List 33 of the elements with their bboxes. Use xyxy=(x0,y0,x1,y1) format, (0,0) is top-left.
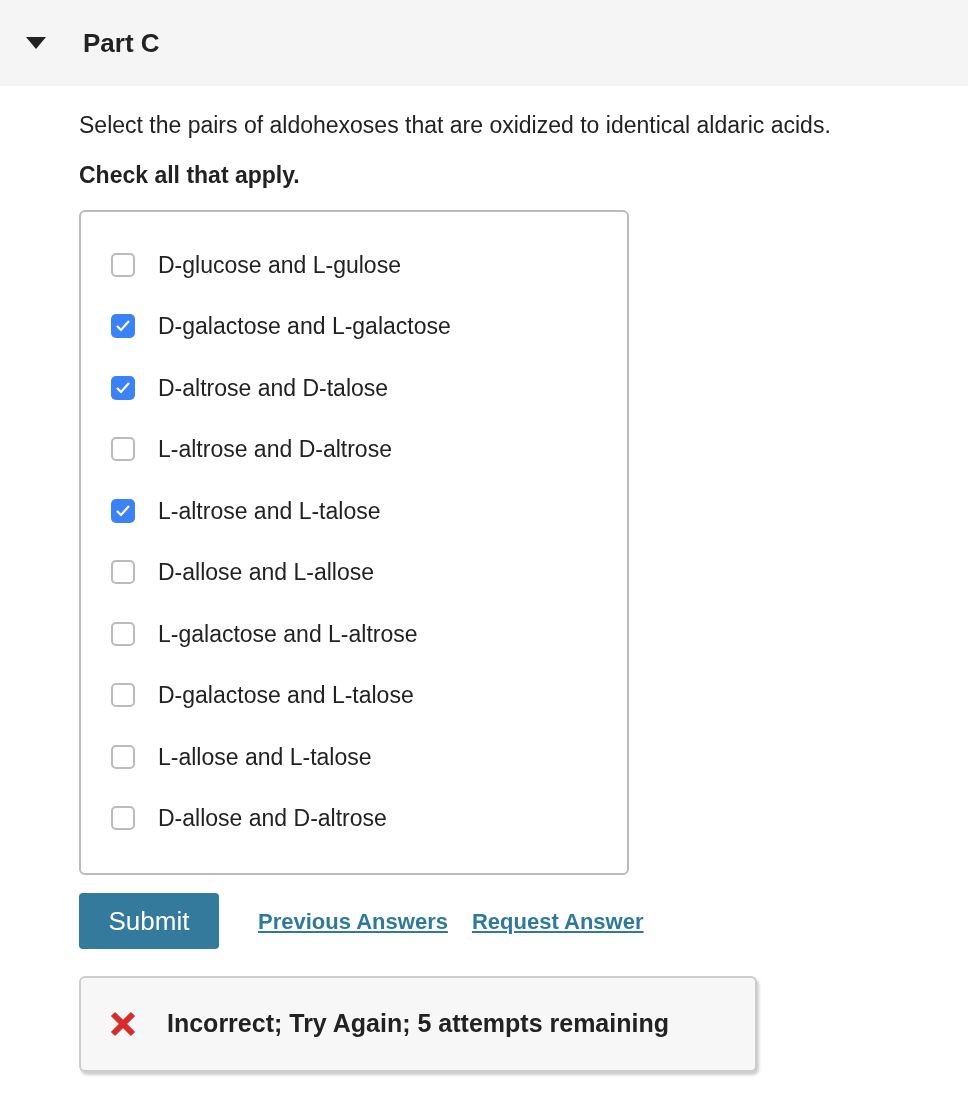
checkbox[interactable] xyxy=(111,252,135,277)
checkbox[interactable] xyxy=(111,498,135,523)
checkbox[interactable] xyxy=(111,375,135,400)
part-header[interactable]: Part C xyxy=(0,0,968,86)
cross-icon xyxy=(109,1010,137,1038)
option-label: D-allose and L-allose xyxy=(158,558,375,587)
option-label: D-allose and D-altrose xyxy=(158,804,387,833)
caret-icon xyxy=(26,37,46,49)
instruction-text: Check all that apply. xyxy=(79,161,301,190)
checkmark-icon xyxy=(115,319,131,334)
answer-link[interactable]: Previous Answers xyxy=(258,904,448,938)
checkbox[interactable] xyxy=(111,683,135,708)
checkbox[interactable] xyxy=(111,314,135,339)
answer-link[interactable]: Request Answer xyxy=(471,904,644,938)
option-label: L-altrose and D-altrose xyxy=(158,435,392,464)
option-label: L-altrose and L-talose xyxy=(158,496,381,526)
checkbox[interactable] xyxy=(111,744,135,769)
checkbox[interactable] xyxy=(111,560,135,585)
checkmark-icon xyxy=(115,503,131,518)
checkbox[interactable] xyxy=(111,437,135,462)
feedback-message: Incorrect; Try Again; 5 attempts remaining xyxy=(167,1008,669,1040)
option-label: D-altrose and D-talose xyxy=(158,373,389,403)
checkmark-icon xyxy=(115,380,131,395)
question-text: Select the pairs of aldohexoses that are oxidized to identical aldaric acids. xyxy=(79,111,832,140)
option-label: D-galactose and L-galactose xyxy=(158,312,451,341)
option-label: L-galactose and L-altrose xyxy=(158,619,418,649)
checkbox[interactable] xyxy=(111,621,135,646)
part-title: Part C xyxy=(83,26,160,60)
checkbox[interactable] xyxy=(111,806,135,831)
option-label: D-glucose and L-gulose xyxy=(158,250,401,280)
submit-button[interactable]: Submit xyxy=(79,893,219,949)
option-label: L-allose and L-talose xyxy=(158,742,372,772)
option-label: D-galactose and L-talose xyxy=(158,681,414,710)
